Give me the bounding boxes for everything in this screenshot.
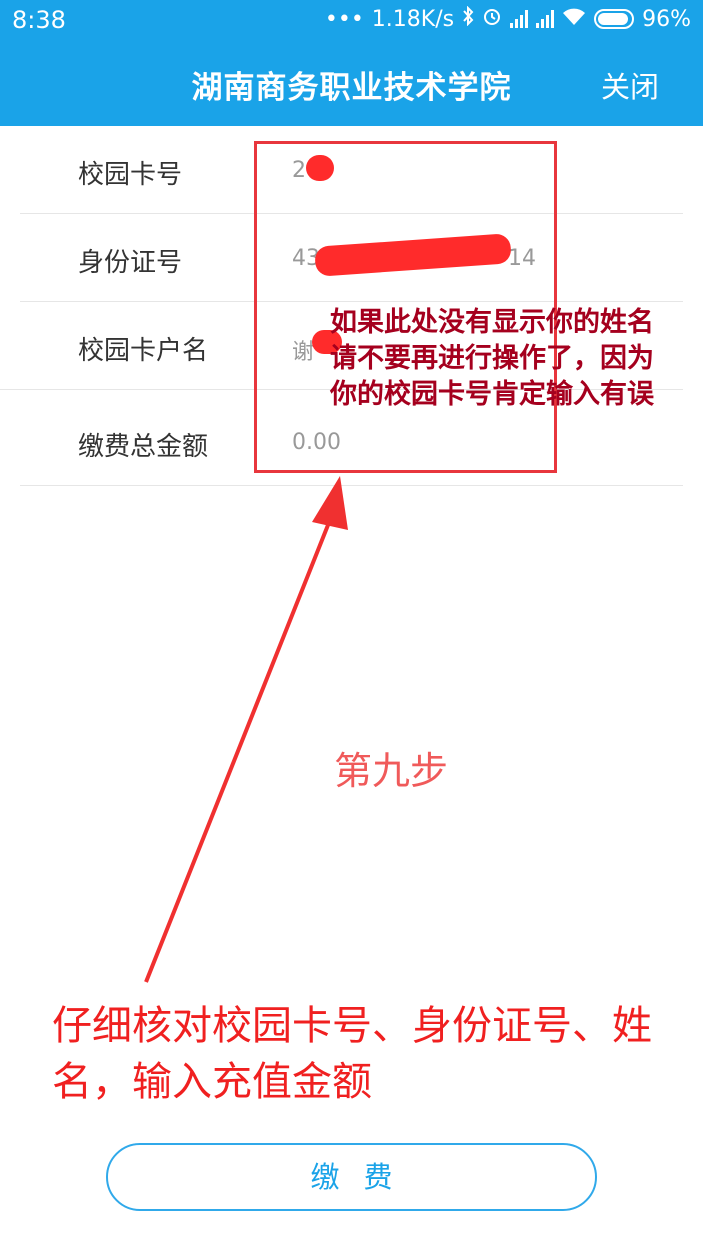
network-speed: 1.18K/s: [371, 6, 455, 32]
signal-icon: [510, 10, 529, 28]
status-time: 8:38: [12, 6, 66, 34]
pay-button[interactable]: 缴费: [106, 1143, 597, 1211]
step-label: 第九步: [334, 749, 449, 793]
app-header: 湖南商务职业技术学院 关闭: [0, 42, 703, 126]
alarm-icon: [482, 6, 502, 32]
warning-note-line: 如果此处没有显示你的姓名: [330, 307, 654, 338]
total-amount-label: 缴费总金额: [78, 432, 209, 462]
more-dots-icon: •••: [324, 6, 364, 32]
cardholder-name-label: 校园卡户名: [78, 336, 209, 366]
warning-note: 如果此处没有显示你的姓名 请不要再进行操作了，因为 你的校园卡号肯定输入有误: [330, 305, 703, 413]
battery-level: 96%: [642, 6, 691, 32]
instruction-text: 仔细核对校园卡号、身份证号、姓名，输入充值金额: [52, 1003, 652, 1105]
wifi-icon: [562, 7, 586, 32]
campus-card-label: 校园卡号: [78, 160, 183, 190]
status-icons: ••• 1.18K/s 96%: [324, 5, 691, 32]
close-button[interactable]: 关闭: [601, 64, 659, 106]
divider: [0, 389, 20, 390]
status-bar: 8:38 ••• 1.18K/s 96%: [0, 0, 703, 42]
signal-icon: [536, 10, 555, 28]
battery-icon: [594, 9, 635, 29]
bluetooth-icon: [462, 5, 474, 32]
page-title: 湖南商务职业技术学院: [191, 70, 512, 106]
warning-note-line: 你的校园卡号肯定输入有误: [330, 379, 654, 410]
warning-note-line: 请不要再进行操作了，因为: [330, 343, 654, 374]
id-number-label: 身份证号: [78, 248, 183, 278]
